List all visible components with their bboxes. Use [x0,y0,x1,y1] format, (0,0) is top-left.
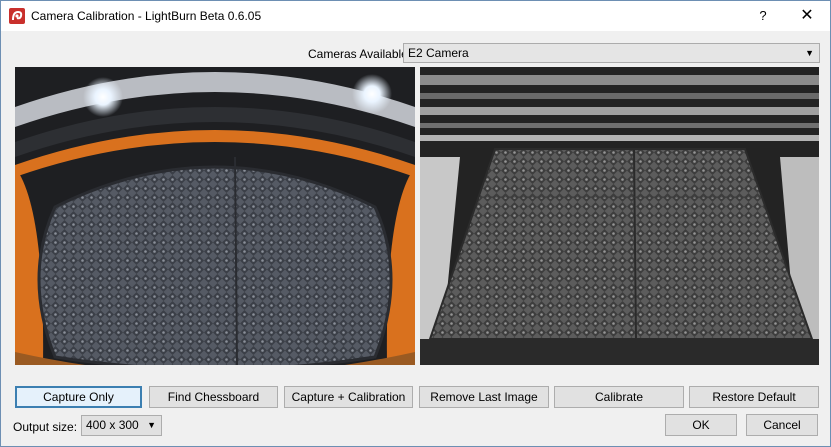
raw-camera-image [15,67,415,365]
cameras-available-label: Cameras Available: [308,47,412,61]
lightburn-logo-icon [9,8,25,24]
chevron-down-icon: ▼ [805,48,814,58]
cancel-button[interactable]: Cancel [746,414,818,436]
camera-select-value: E2 Camera [408,46,469,60]
output-size-select[interactable]: 400 x 300 ▼ [81,415,162,436]
help-icon[interactable]: ? [751,5,775,27]
find-chessboard-button[interactable]: Find Chessboard [149,386,278,408]
output-size-value: 400 x 300 [86,418,139,432]
output-size-label: Output size: [13,420,78,434]
ok-button[interactable]: OK [665,414,737,436]
remove-last-image-button[interactable]: Remove Last Image [419,386,549,408]
calibrated-camera-image [420,67,819,365]
chevron-down-icon: ▼ [147,420,156,430]
close-icon[interactable]: ✕ [793,5,821,27]
capture-only-button[interactable]: Capture Only [15,386,142,408]
restore-default-button[interactable]: Restore Default [689,386,819,408]
calibration-dialog: Camera Calibration - LightBurn Beta 0.6.… [0,0,831,447]
title-bar: Camera Calibration - LightBurn Beta 0.6.… [1,1,830,31]
calibrate-button[interactable]: Calibrate [554,386,684,408]
capture-calibration-button[interactable]: Capture + Calibration [284,386,413,408]
camera-select[interactable]: E2 Camera ▼ [403,43,820,63]
window-title: Camera Calibration - LightBurn Beta 0.6.… [31,9,262,23]
